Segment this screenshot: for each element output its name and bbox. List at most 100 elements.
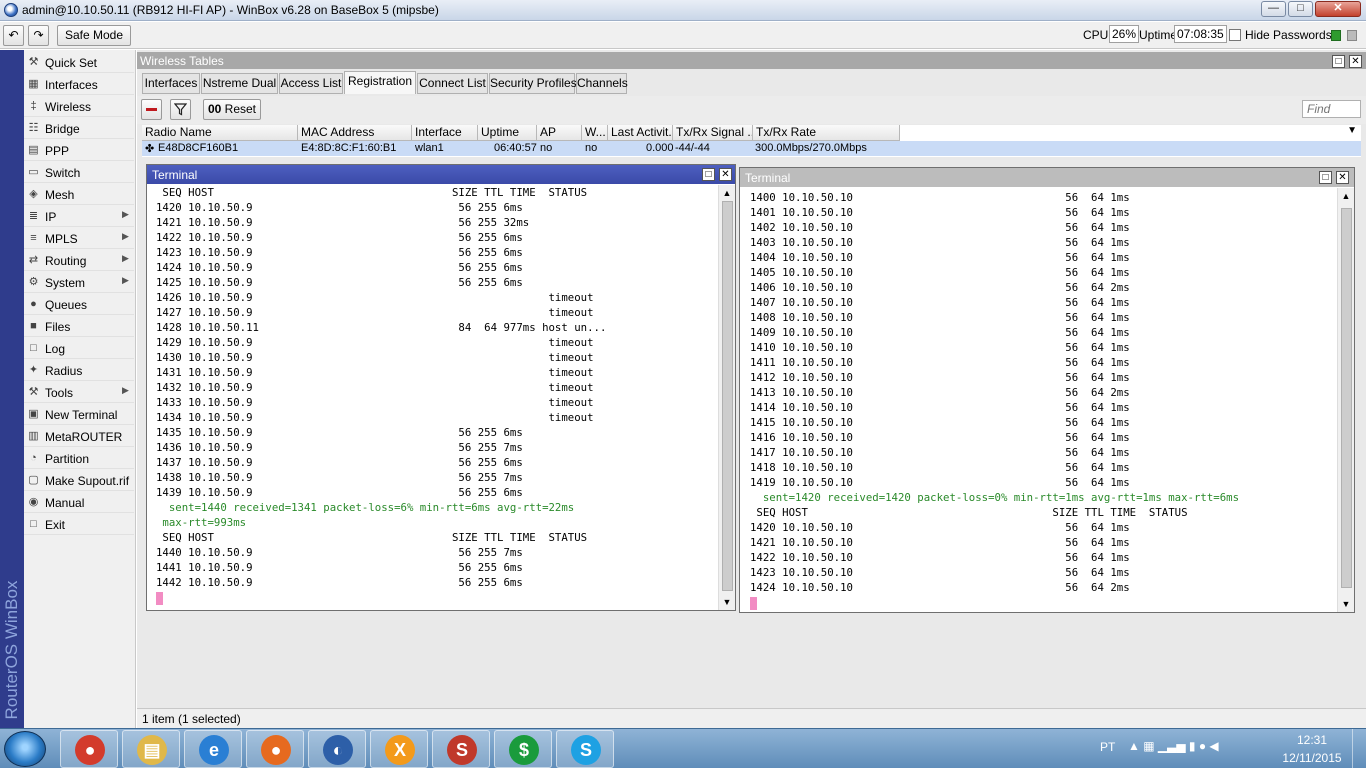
sidebar-item-interfaces[interactable]: ▦ Interfaces [24, 74, 134, 95]
sidebar-item-partition[interactable]: ◔ Partition [24, 448, 134, 469]
secure-lock-icon [1331, 30, 1341, 41]
remove-button[interactable] [141, 99, 162, 120]
show-desktop-button[interactable] [1352, 729, 1366, 768]
scroll-down-icon[interactable]: ▼ [1340, 598, 1352, 610]
terminal-window-2[interactable]: Terminal □ ✕ 1400 10.10.50.10 56 64 1ms 1… [739, 167, 1355, 613]
tab-nstreme-dual[interactable]: Nstreme Dual [201, 73, 278, 94]
taskbar-app-dollar-app[interactable]: $ [494, 730, 552, 768]
column-header-uptime[interactable]: Uptime [478, 125, 537, 141]
sidebar-item-make-supout-rif[interactable]: ▢ Make Supout.rif [24, 470, 134, 491]
hide-passwords-checkbox[interactable] [1229, 29, 1241, 41]
sidebar-item-queues[interactable]: ● Queues [24, 294, 134, 315]
column-menu-icon[interactable]: ▼ [1347, 125, 1357, 136]
restore-icon[interactable]: □ [1319, 171, 1332, 184]
routeros-winbox-brand: RouterOS WinBox [2, 580, 21, 720]
terminal-prompt[interactable] [750, 595, 1337, 610]
system-tray-icons[interactable]: ▲ ▦ ▁▃▅ ▮ ● ◀ [1128, 739, 1219, 753]
column-header-radio-name[interactable]: Radio Name [142, 125, 298, 141]
taskbar-app-file-explorer[interactable]: ▤ [122, 730, 180, 768]
registration-table: Radio Name MAC Address Interface Uptime AP W.… [142, 125, 1361, 157]
column-header-tx-rx-signal[interactable]: Tx/Rx Signal ... [673, 125, 753, 141]
tab-channels[interactable]: Channels [576, 73, 628, 94]
taskbar-app-skype[interactable]: S [556, 730, 614, 768]
maximize-button[interactable]: □ [1288, 1, 1313, 17]
undo-button[interactable]: ↶ [3, 25, 24, 46]
tab-registration[interactable]: Registration [344, 71, 416, 94]
scroll-thumb[interactable] [1341, 208, 1352, 588]
terminal-line: 1428 10.10.50.11 84 64 977ms host un... [156, 321, 607, 334]
column-header-mac-address[interactable]: MAC Address [298, 125, 412, 141]
sidebar-item-files[interactable]: ■ Files [24, 316, 134, 337]
terminal-output[interactable]: 1400 10.10.50.10 56 64 1ms 1401 10.10.50.… [740, 190, 1337, 612]
column-header-ap[interactable]: AP [537, 125, 582, 141]
language-indicator[interactable]: PT [1100, 740, 1115, 754]
terminal-prompt[interactable] [156, 590, 718, 605]
redo-button[interactable]: ↷ [28, 25, 49, 46]
taskbar-app-xampp[interactable]: X [370, 730, 428, 768]
taskbar-app-chrome[interactable]: ● [60, 730, 118, 768]
clock-date[interactable]: 12/11/2015 [1278, 751, 1346, 765]
sidebar-item-radius[interactable]: ✦ Radius [24, 360, 134, 381]
wireless-icon: ‡ [30, 100, 37, 112]
terminal-scrollbar[interactable]: ▲ ▼ [1337, 188, 1354, 612]
table-row[interactable]: ✤ E48D8CF160B1 E4:8D:8C:F1:60:B1 wlan1 0… [142, 141, 1361, 156]
tab-interfaces[interactable]: Interfaces [142, 73, 200, 94]
scroll-thumb[interactable] [722, 201, 733, 591]
sidebar-item-wireless[interactable]: ‡ Wireless [24, 96, 134, 117]
column-header-last-activit[interactable]: Last Activit... [608, 125, 673, 141]
close-icon[interactable]: ✕ [1336, 171, 1349, 184]
sidebar-item-new-terminal[interactable]: ▣ New Terminal [24, 404, 134, 425]
taskbar-app-internet-explorer[interactable]: e [184, 730, 242, 768]
restore-icon[interactable]: □ [1332, 55, 1345, 68]
safe-mode-button[interactable]: Safe Mode [57, 25, 131, 46]
sidebar-item-exit[interactable]: □ Exit [24, 514, 134, 535]
sidebar-item-label: PPP [45, 144, 70, 158]
column-header-tx-rx-rate[interactable]: Tx/Rx Rate [753, 125, 900, 141]
sidebar-item-manual[interactable]: ◉ Manual [24, 492, 134, 513]
scroll-up-icon[interactable]: ▲ [1340, 190, 1352, 202]
taskbar-app-firefox[interactable]: ● [246, 730, 304, 768]
close-button[interactable]: ✕ [1315, 1, 1361, 17]
terminal-line: 1402 10.10.50.10 56 64 1ms [750, 221, 1130, 234]
scroll-up-icon[interactable]: ▲ [721, 187, 733, 199]
close-icon[interactable]: ✕ [1349, 55, 1362, 68]
terminal-window-1[interactable]: Terminal □ ✕ SEQ HOST SIZE TTL TIME STAT… [146, 164, 736, 611]
terminal-output[interactable]: SEQ HOST SIZE TTL TIME STATUS 1420 10.10.… [147, 185, 718, 610]
hide-passwords-label[interactable]: Hide Passwords [1245, 28, 1332, 42]
tab-connect-list[interactable]: Connect List [417, 73, 488, 94]
restore-icon[interactable]: □ [702, 168, 715, 181]
terminal-scrollbar[interactable]: ▲ ▼ [718, 185, 735, 610]
reset-counters-button[interactable]: 00 Reset [203, 99, 261, 120]
taskbar-app-sqldeveloper[interactable]: S [432, 730, 490, 768]
sidebar-item-system[interactable]: ⚙ System ▶ [24, 272, 134, 293]
sidebar-item-ppp[interactable]: ▤ PPP [24, 140, 134, 161]
sidebar-item-bridge[interactable]: ☷ Bridge [24, 118, 134, 139]
terminal-line: 1433 10.10.50.9 timeout [156, 396, 594, 409]
column-header-w[interactable]: W... [582, 125, 608, 141]
scroll-down-icon[interactable]: ▼ [721, 596, 733, 608]
terminal-line: 1403 10.10.50.10 56 64 1ms [750, 236, 1130, 249]
tab-access-list[interactable]: Access List [279, 73, 343, 94]
sidebar-item-routing[interactable]: ⇄ Routing ▶ [24, 250, 134, 271]
submenu-arrow-icon: ▶ [122, 253, 129, 263]
filter-button[interactable] [170, 99, 191, 120]
sidebar-item-log[interactable]: □ Log [24, 338, 134, 359]
terminal-line: 1410 10.10.50.10 56 64 1ms [750, 341, 1130, 354]
sidebar-item-metarouter[interactable]: ▥ MetaROUTER [24, 426, 134, 447]
sidebar-item-mesh[interactable]: ◈ Mesh [24, 184, 134, 205]
close-icon[interactable]: ✕ [719, 168, 732, 181]
sidebar-item-quick-set[interactable]: ⚒ Quick Set [24, 52, 134, 73]
sidebar-item-mpls[interactable]: ≡ MPLS ▶ [24, 228, 134, 249]
find-input[interactable] [1302, 100, 1361, 118]
start-button[interactable] [4, 731, 46, 767]
sidebar-item-label: System [45, 276, 86, 290]
exit-icon: □ [30, 518, 37, 530]
clock-time[interactable]: 12:31 [1282, 733, 1342, 747]
column-header-interface[interactable]: Interface [412, 125, 478, 141]
tab-security-profiles[interactable]: Security Profiles [489, 73, 577, 94]
minimize-button[interactable]: — [1261, 1, 1286, 17]
sidebar-item-ip[interactable]: ≣ IP ▶ [24, 206, 134, 227]
sidebar-item-tools[interactable]: ⚒ Tools ▶ [24, 382, 134, 403]
taskbar-app-winbox[interactable]: ◐ [308, 730, 366, 768]
sidebar-item-switch[interactable]: ▭ Switch [24, 162, 134, 183]
